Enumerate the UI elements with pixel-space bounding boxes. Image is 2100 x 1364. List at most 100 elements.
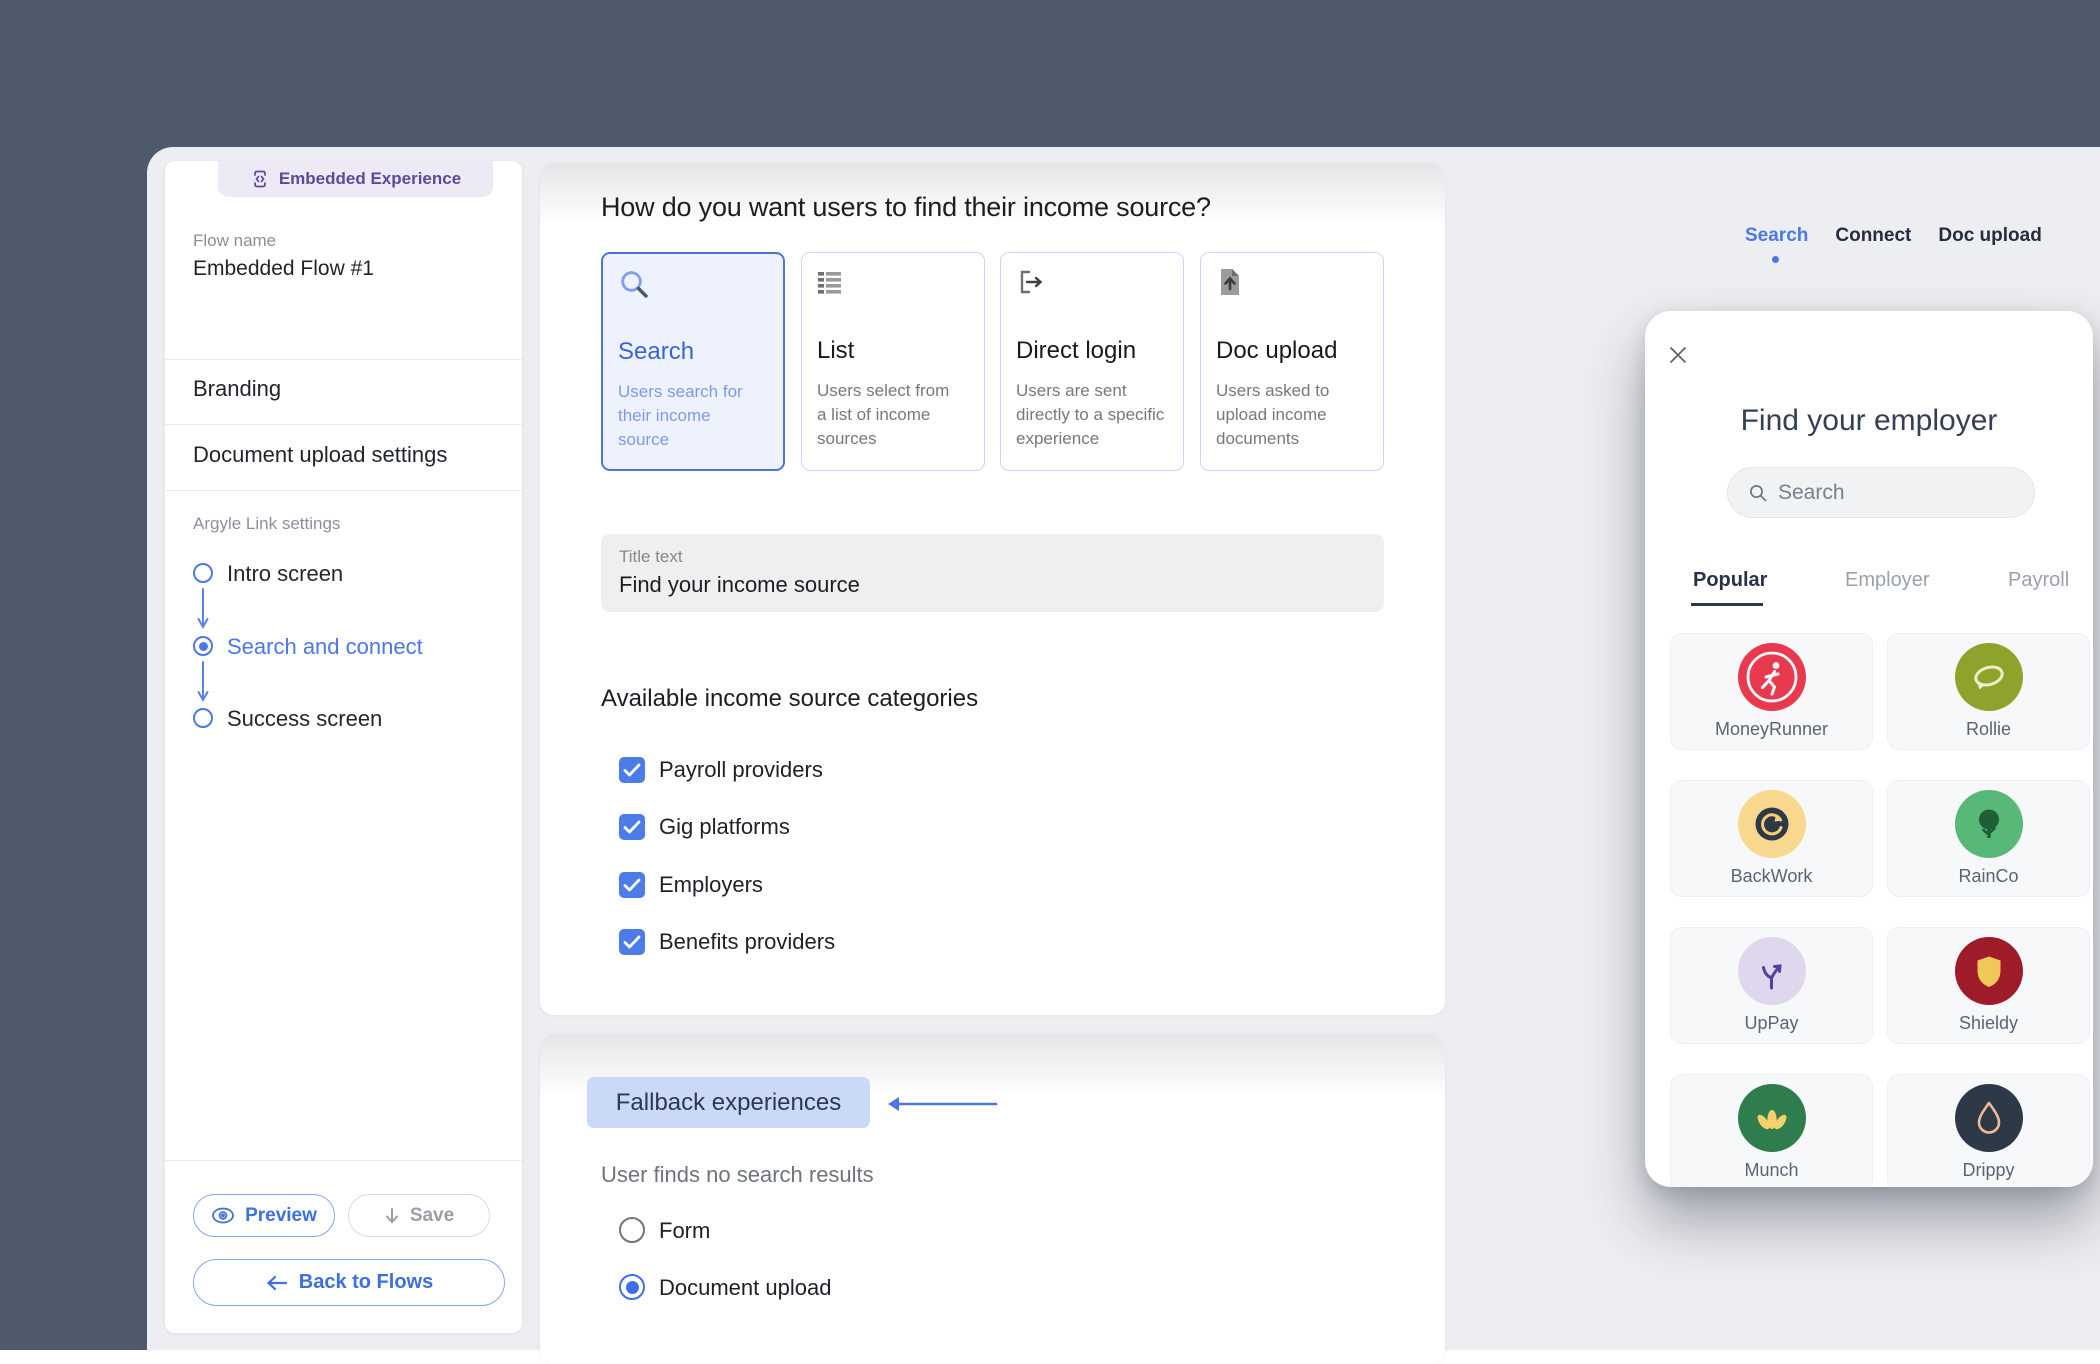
fallback-experiences-chip[interactable]: Fallback experiences	[587, 1077, 870, 1128]
categories-heading: Available income source categories	[601, 685, 978, 713]
shieldy-logo	[1955, 937, 2023, 1005]
employer-tile-rainco[interactable]: RainCo	[1887, 780, 2090, 897]
backwork-logo	[1738, 790, 1806, 858]
checkbox-payroll-providers[interactable]	[619, 757, 645, 783]
divider	[165, 1160, 522, 1161]
employer-tile-drippy[interactable]: Drippy	[1887, 1074, 2090, 1187]
checkbox-gig-platforms[interactable]	[619, 814, 645, 840]
desktop-background: Embedded Experience Flow name Embedded F…	[0, 0, 2100, 1350]
tab-doc-upload[interactable]: Doc upload	[1938, 225, 2041, 247]
sidebar-item-document-upload-settings[interactable]: Document upload settings	[193, 442, 447, 468]
radio-form[interactable]	[619, 1217, 645, 1243]
divider	[165, 359, 522, 360]
argyle-link-settings-label: Argyle Link settings	[193, 514, 340, 534]
employer-name: Drippy	[1888, 1160, 2089, 1181]
radio-document-upload[interactable]	[619, 1274, 645, 1300]
step-search-and-connect[interactable]: Search and connect	[227, 634, 423, 660]
radio-label[interactable]: Form	[659, 1218, 710, 1244]
employer-tile-rollie[interactable]: Rollie	[1887, 633, 2090, 750]
employer-name: Rollie	[1888, 719, 2089, 740]
embedded-experience-badge: Embedded Experience	[218, 161, 493, 197]
divider	[165, 490, 522, 491]
employer-tile-munch[interactable]: Munch	[1670, 1074, 1873, 1187]
employer-tile-uppay[interactable]: UpPay	[1670, 927, 1873, 1044]
employer-tile-shieldy[interactable]: Shieldy	[1887, 927, 2090, 1044]
step-radio-success[interactable]	[193, 708, 213, 728]
search-placeholder: Search	[1778, 481, 1845, 505]
step-success-screen[interactable]: Success screen	[227, 706, 382, 732]
moneyrunner-logo	[1738, 643, 1806, 711]
munch-logo	[1738, 1084, 1806, 1152]
save-label: Save	[410, 1205, 454, 1227]
drippy-logo	[1955, 1084, 2023, 1152]
title-text-field[interactable]: Title text Find your income source	[601, 534, 1384, 612]
option-title: List	[817, 337, 854, 365]
fallback-panel: Fallback experiences User finds no searc…	[540, 1034, 1445, 1364]
step-arrow-icon	[196, 587, 210, 631]
doc-upload-icon	[1217, 267, 1243, 297]
employer-name: RainCo	[1888, 866, 2089, 887]
checkbox-label[interactable]: Gig platforms	[659, 814, 790, 840]
option-desc: Users asked to upload income documents	[1216, 379, 1358, 451]
divider	[165, 424, 522, 425]
option-desc: Users search for their income source	[618, 380, 746, 452]
link-preview-modal: Find your employer Search Popular Employ…	[1645, 311, 2093, 1187]
step-radio-intro[interactable]	[193, 563, 213, 583]
modal-title: Find your employer	[1645, 404, 2093, 438]
tab-search[interactable]: Search	[1745, 225, 1808, 247]
badge-label: Embedded Experience	[279, 169, 461, 189]
search-icon	[1748, 483, 1768, 503]
list-icon	[818, 271, 844, 295]
fallback-chip-label: Fallback experiences	[616, 1089, 841, 1117]
tab-payroll[interactable]: Payroll	[2008, 569, 2069, 592]
checkbox-benefits-providers[interactable]	[619, 929, 645, 955]
employer-name: Shieldy	[1888, 1013, 2089, 1034]
rainco-logo	[1955, 790, 2023, 858]
back-to-flows-button[interactable]: Back to Flows	[193, 1259, 505, 1306]
step-intro-screen[interactable]: Intro screen	[227, 561, 343, 587]
flow-name-value[interactable]: Embedded Flow #1	[193, 257, 374, 281]
option-card-list[interactable]: List Users select from a list of income …	[801, 252, 985, 471]
option-card-direct-login[interactable]: Direct login Users are sent directly to …	[1000, 252, 1184, 471]
checkbox-label[interactable]: Employers	[659, 872, 763, 898]
checkbox-label[interactable]: Benefits providers	[659, 929, 835, 955]
option-card-search[interactable]: Search Users search for their income sou…	[601, 252, 785, 471]
tab-popular[interactable]: Popular	[1693, 569, 1767, 592]
radio-label[interactable]: Document upload	[659, 1275, 831, 1301]
back-to-flows-label: Back to Flows	[299, 1271, 433, 1294]
option-title: Direct login	[1016, 337, 1136, 365]
title-text-value: Find your income source	[619, 572, 860, 598]
panel-heading: How do you want users to find their inco…	[601, 192, 1211, 223]
step-radio-search-connect[interactable]	[193, 636, 213, 656]
checkbox-label[interactable]: Payroll providers	[659, 757, 823, 783]
employer-name: Munch	[1671, 1160, 1872, 1181]
tab-connect[interactable]: Connect	[1835, 225, 1911, 247]
save-button[interactable]: Save	[348, 1194, 490, 1237]
preview-label: Preview	[245, 1205, 317, 1227]
employer-tile-backwork[interactable]: BackWork	[1670, 780, 1873, 897]
employer-name: MoneyRunner	[1671, 719, 1872, 740]
option-desc: Users are sent directly to a specific ex…	[1016, 379, 1172, 451]
search-settings-panel: How do you want users to find their inco…	[540, 163, 1445, 1015]
close-icon[interactable]	[1667, 344, 1689, 366]
checkbox-employers[interactable]	[619, 872, 645, 898]
option-card-doc-upload[interactable]: Doc upload Users asked to upload income …	[1200, 252, 1384, 471]
option-desc: Users select from a list of income sourc…	[817, 379, 959, 451]
tab-employer[interactable]: Employer	[1845, 569, 1929, 592]
flow-settings-sidebar: Embedded Experience Flow name Embedded F…	[165, 161, 522, 1333]
direct-login-icon	[1017, 269, 1045, 295]
preview-button[interactable]: Preview	[193, 1194, 335, 1237]
title-text-label: Title text	[619, 547, 683, 567]
active-tab-dot	[1772, 256, 1779, 263]
rollie-logo	[1955, 643, 2023, 711]
option-title: Search	[618, 338, 694, 366]
sidebar-item-branding[interactable]: Branding	[193, 376, 281, 402]
employer-name: BackWork	[1671, 866, 1872, 887]
employer-name: UpPay	[1671, 1013, 1872, 1034]
download-arrow-icon	[384, 1207, 400, 1225]
uppay-logo	[1738, 937, 1806, 1005]
search-icon	[618, 268, 652, 302]
option-title: Doc upload	[1216, 337, 1337, 365]
employer-search-input[interactable]: Search	[1727, 467, 2035, 518]
employer-tile-moneyrunner[interactable]: MoneyRunner	[1670, 633, 1873, 750]
